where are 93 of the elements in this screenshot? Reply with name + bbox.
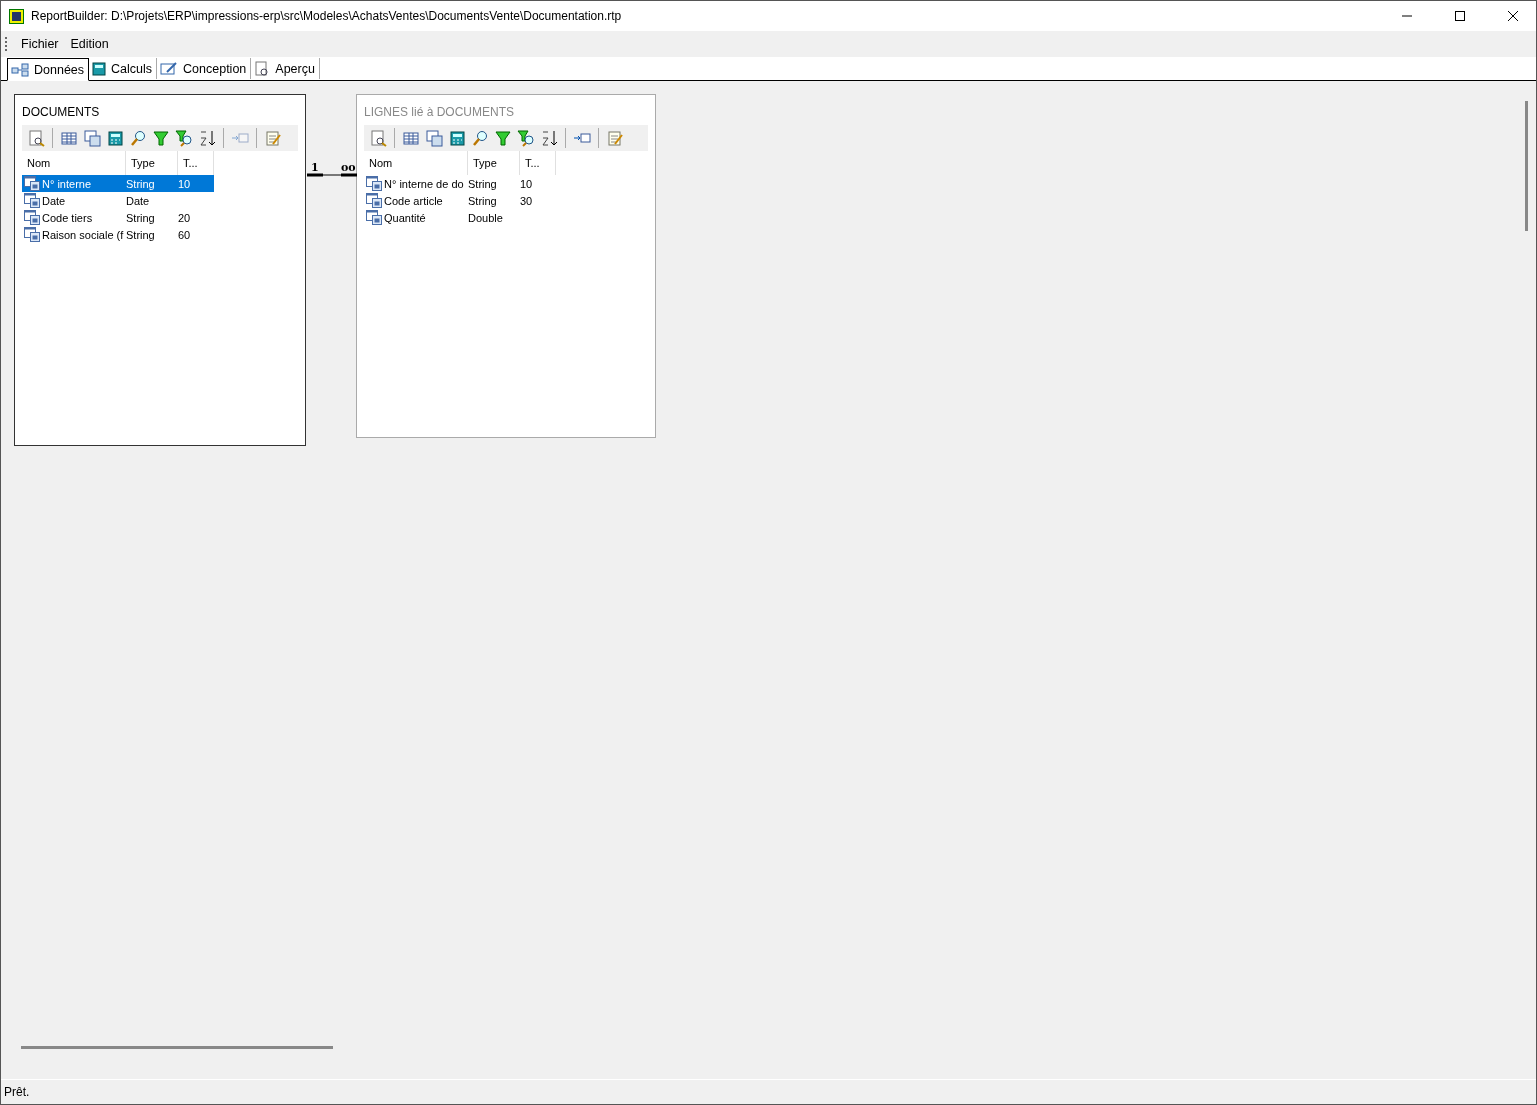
field-type: String	[468, 177, 497, 190]
sort-icon	[198, 129, 216, 147]
field-icon	[366, 176, 382, 191]
field-name: Quantité	[384, 211, 426, 224]
field-icon	[366, 210, 382, 225]
search-icon	[471, 129, 489, 147]
filter-button[interactable]	[151, 128, 171, 148]
close-icon	[1508, 11, 1518, 21]
filter-button[interactable]	[493, 128, 513, 148]
column-header[interactable]: T...	[520, 151, 556, 175]
table-icon	[60, 129, 78, 147]
field-name: Code tiers	[42, 211, 93, 224]
search-button[interactable]	[128, 128, 148, 148]
sort-button[interactable]	[539, 128, 559, 148]
field-list-icon	[425, 129, 443, 147]
column-header[interactable]: Nom	[364, 151, 468, 175]
field-size: 30	[520, 194, 533, 207]
field-row[interactable]: Code article String 30	[364, 192, 556, 209]
field-type: Date	[126, 194, 150, 207]
join-line	[307, 172, 357, 178]
table-title: LIGNES lié à DOCUMENTS	[364, 104, 516, 121]
sort-button[interactable]	[197, 128, 217, 148]
pencil-icon	[160, 61, 179, 76]
field-icon	[24, 176, 40, 191]
notepad-icon	[264, 129, 282, 147]
field-size: 10	[520, 177, 533, 190]
field-size: 10	[178, 177, 191, 190]
field-name: Date	[42, 194, 66, 207]
calculator-icon	[448, 129, 466, 147]
field-name: Code article	[384, 194, 443, 207]
preview-icon	[369, 129, 387, 147]
tab[interactable]: Données	[7, 58, 90, 81]
field-row[interactable]: Quantité Double	[364, 209, 556, 226]
table-panel[interactable]: DOCUMENTS Nom Type T... N° interne String 10 Date Date Code tiers String 20 Raison sociale (f String 60	[14, 94, 306, 446]
field-row[interactable]: Date Date	[22, 192, 214, 209]
field-size: 60	[178, 228, 191, 241]
field-name: Raison sociale (f	[42, 228, 124, 241]
field-type: String	[126, 211, 155, 224]
search-icon	[129, 129, 147, 147]
table-panel[interactable]: LIGNES lié à DOCUMENTS Nom Type T... N° interne de do String 10 Code article String 30 Quantité Double	[356, 94, 656, 438]
field-list-button[interactable]	[82, 128, 102, 148]
field-name: N° interne	[42, 177, 92, 190]
field-type: Double	[468, 211, 503, 224]
field-type: String	[468, 194, 497, 207]
filter-search-icon	[175, 129, 193, 147]
calculator-icon	[92, 61, 107, 76]
field-type: String	[126, 177, 155, 190]
preview-icon	[27, 129, 45, 147]
calculator-button[interactable]	[105, 128, 125, 148]
preview-button[interactable]	[368, 128, 388, 148]
column-header[interactable]: Type	[468, 151, 520, 175]
field-list-icon	[83, 129, 101, 147]
join-label: 1	[311, 163, 319, 173]
tab[interactable]: Conception	[157, 58, 252, 79]
menu-item[interactable]: Edition	[66, 37, 113, 51]
sort-icon	[540, 129, 558, 147]
field-type: String	[126, 228, 155, 241]
filter-search-icon	[517, 129, 535, 147]
field-icon	[24, 210, 40, 225]
field-icon	[24, 227, 40, 242]
filter-icon	[494, 129, 512, 147]
field-icon	[24, 193, 40, 208]
preview-icon	[254, 60, 271, 77]
calculator-icon	[106, 129, 124, 147]
calculator-button[interactable]	[447, 128, 467, 148]
table-title: DOCUMENTS	[22, 104, 101, 121]
field-row[interactable]: N° interne String 10	[22, 175, 214, 192]
tab[interactable]: Calculs	[89, 58, 158, 79]
scrollbar-thumb[interactable]	[21, 1046, 333, 1049]
scrollbar-thumb[interactable]	[1525, 101, 1528, 231]
field-name: N° interne de do	[384, 177, 464, 190]
filter-search-button[interactable]	[174, 128, 194, 148]
join-label: oo	[341, 163, 356, 173]
app-logo-icon	[9, 8, 24, 24]
field-row[interactable]: Raison sociale (f String 60	[22, 226, 214, 243]
window-title: ReportBuilder: D:\Projets\ERP\impressions-erp\src\Modeles\AchatsVentes\DocumentsVente\Documentation.rtp	[31, 9, 623, 23]
notepad-button[interactable]	[605, 128, 625, 148]
preview-button[interactable]	[26, 128, 46, 148]
maximize-icon	[1455, 11, 1465, 21]
field-row[interactable]: Code tiers String 20	[22, 209, 214, 226]
field-row[interactable]: N° interne de do String 10	[364, 175, 556, 192]
filter-search-button[interactable]	[516, 128, 536, 148]
filter-icon	[152, 129, 170, 147]
field-size: 20	[178, 211, 191, 224]
search-button[interactable]	[470, 128, 490, 148]
field-icon	[366, 193, 382, 208]
menu-item[interactable]: Fichier	[17, 37, 63, 51]
status-text: Prêt.	[4, 1085, 30, 1099]
table-icon	[402, 129, 420, 147]
diagram-icon	[11, 62, 29, 77]
field-list-button[interactable]	[424, 128, 444, 148]
notepad-icon	[606, 129, 624, 147]
notepad-button[interactable]	[263, 128, 283, 148]
